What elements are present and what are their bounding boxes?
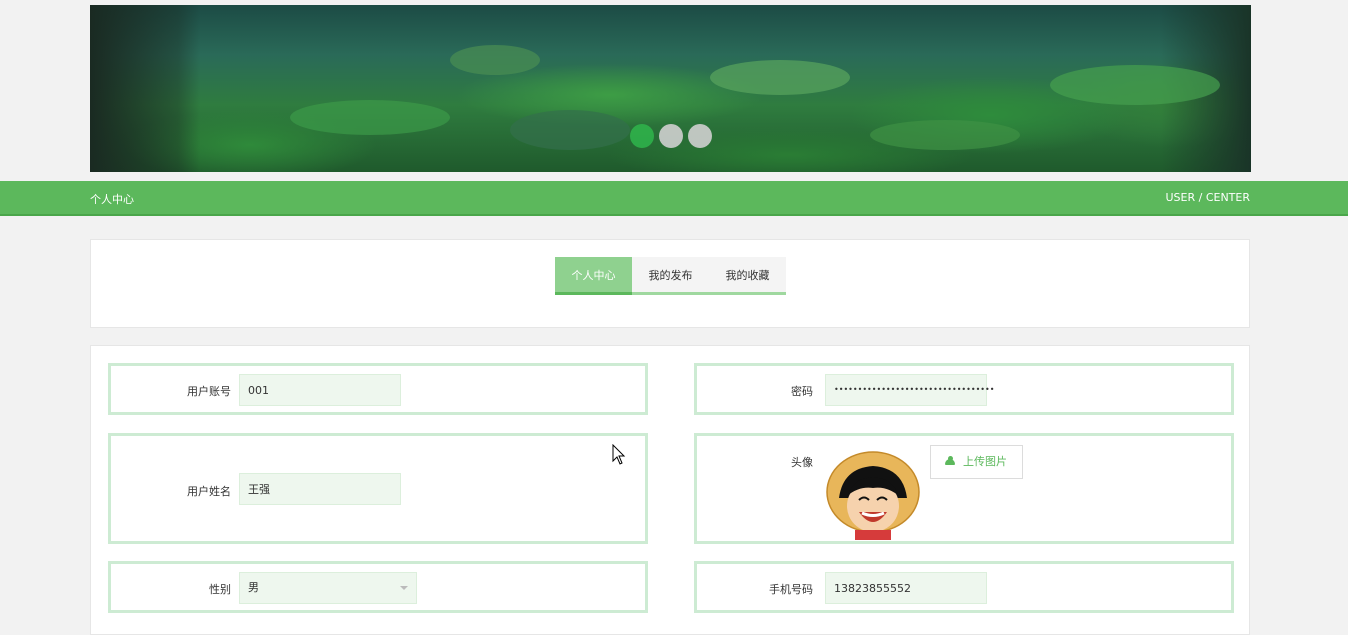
banner-tree-trunk bbox=[90, 5, 200, 172]
field-phone: 手机号码 bbox=[694, 561, 1234, 613]
tab-my-posts[interactable]: 我的发布 bbox=[632, 257, 709, 295]
name-label: 用户姓名 bbox=[187, 485, 231, 498]
field-account: 用户账号 bbox=[108, 363, 648, 415]
tab-bar: 个人中心 我的发布 我的收藏 bbox=[555, 257, 786, 295]
cloud-upload-icon bbox=[945, 456, 955, 465]
carousel-dot-3[interactable] bbox=[688, 124, 712, 148]
field-gender: 性别 男 bbox=[108, 561, 648, 613]
profile-form: 用户账号 密码 ••••••••••••••••••••••••••••••••… bbox=[90, 345, 1250, 635]
name-input[interactable] bbox=[239, 473, 401, 505]
phone-input[interactable] bbox=[825, 572, 987, 604]
field-password: 密码 •••••••••••••••••••••••••••••••••• bbox=[694, 363, 1234, 415]
upload-image-button[interactable]: 上传图片 bbox=[930, 445, 1023, 479]
tab-my-favorites[interactable]: 我的收藏 bbox=[709, 257, 786, 295]
field-avatar: 头像 上传图片 bbox=[694, 433, 1234, 544]
upload-button-label: 上传图片 bbox=[963, 455, 1007, 468]
banner-moss-rock bbox=[290, 100, 450, 135]
avatar-label: 头像 bbox=[791, 456, 813, 469]
mouse-cursor-icon bbox=[612, 444, 626, 465]
carousel-dot-1[interactable] bbox=[630, 124, 654, 148]
phone-label: 手机号码 bbox=[769, 583, 813, 596]
carousel-dot-2[interactable] bbox=[659, 124, 683, 148]
banner-carousel[interactable] bbox=[90, 5, 1251, 172]
banner-moss-rock bbox=[870, 120, 1020, 150]
account-input[interactable] bbox=[239, 374, 401, 406]
banner-moss-rock bbox=[450, 45, 540, 75]
tab-personal-center[interactable]: 个人中心 bbox=[555, 257, 632, 295]
chevron-down-icon bbox=[400, 586, 408, 590]
carousel-dots bbox=[630, 124, 712, 148]
avatar-image bbox=[826, 451, 920, 540]
tab-card: 个人中心 我的发布 我的收藏 bbox=[90, 239, 1250, 328]
gender-label: 性别 bbox=[209, 583, 231, 596]
gender-selected-value: 男 bbox=[248, 581, 259, 594]
password-input[interactable]: •••••••••••••••••••••••••••••••••• bbox=[825, 374, 994, 406]
section-title: 个人中心 bbox=[90, 193, 134, 206]
section-subtitle: USER / CENTER bbox=[1165, 191, 1251, 204]
banner-moss-rock bbox=[1050, 65, 1220, 105]
banner-moss-rock bbox=[710, 60, 850, 95]
password-label: 密码 bbox=[791, 385, 813, 398]
field-name: 用户姓名 bbox=[108, 433, 648, 544]
gender-select[interactable]: 男 bbox=[239, 572, 417, 604]
section-title-bar: 个人中心 USER / CENTER bbox=[0, 181, 1348, 216]
banner-moss-rock bbox=[510, 110, 630, 150]
account-label: 用户账号 bbox=[187, 385, 231, 398]
